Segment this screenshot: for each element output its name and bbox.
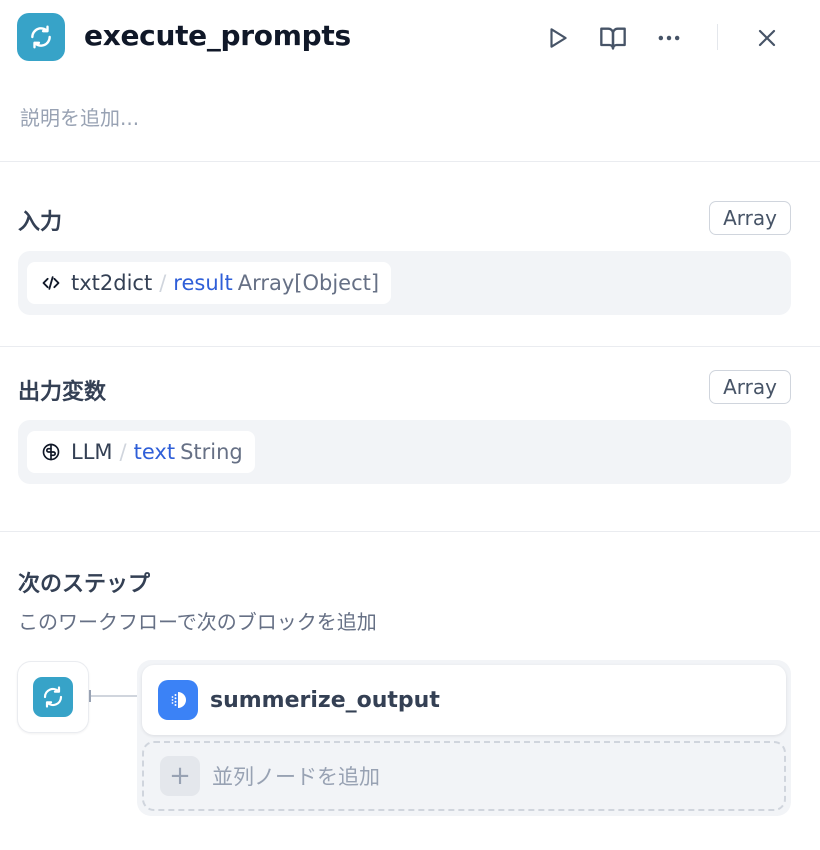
next-step-title: 次のステップ bbox=[18, 572, 151, 597]
description-input[interactable]: 説明を追加... bbox=[20, 102, 139, 131]
next-node-card[interactable]: summerize_output bbox=[142, 665, 786, 735]
close-button[interactable] bbox=[749, 20, 785, 56]
play-icon bbox=[550, 28, 567, 48]
output-variable-chip[interactable]: LLM / text String bbox=[27, 431, 255, 473]
close-icon bbox=[758, 29, 776, 47]
more-horizontal-icon bbox=[658, 35, 680, 41]
section-divider bbox=[0, 346, 820, 347]
node-title[interactable]: execute_prompts bbox=[84, 19, 351, 52]
llm-icon bbox=[41, 442, 61, 462]
input-variable-chip[interactable]: txt2dict / result Array[Object] bbox=[27, 262, 392, 304]
add-parallel-node-label: 並列ノードを追加 bbox=[212, 765, 380, 789]
variable-type: Array[Object] bbox=[237, 271, 380, 295]
code-icon bbox=[41, 273, 61, 293]
section-divider bbox=[0, 161, 820, 162]
next-step-subtitle: このワークフローで次のブロックを追加 bbox=[18, 610, 377, 634]
variable-type: String bbox=[180, 440, 243, 464]
docs-button[interactable] bbox=[595, 20, 631, 56]
variable-name: text bbox=[133, 440, 176, 464]
variable-node-name: txt2dict bbox=[71, 271, 153, 295]
iteration-node-icon bbox=[17, 13, 65, 61]
output-type-badge: Array bbox=[709, 370, 791, 404]
variable-node-name: LLM bbox=[71, 440, 113, 464]
input-section-title: 入力 bbox=[18, 210, 63, 235]
input-type-badge: Array bbox=[709, 201, 791, 235]
book-open-icon bbox=[600, 27, 626, 50]
path-separator: / bbox=[119, 440, 127, 464]
variable-name: result bbox=[173, 271, 233, 295]
run-button[interactable] bbox=[540, 20, 576, 56]
output-variable-field[interactable]: LLM / text String bbox=[18, 420, 791, 484]
next-node-label: summerize_output bbox=[210, 687, 440, 713]
panel-header: execute_prompts bbox=[0, 0, 820, 80]
input-variable-field[interactable]: txt2dict / result Array[Object] bbox=[18, 251, 791, 315]
section-divider bbox=[0, 531, 820, 532]
header-separator bbox=[717, 24, 718, 50]
output-section-title: 出力変数 bbox=[18, 380, 107, 405]
llm-node-icon bbox=[158, 680, 198, 720]
more-options-button[interactable] bbox=[651, 20, 687, 56]
iteration-node-icon bbox=[33, 677, 73, 717]
path-separator: / bbox=[159, 271, 167, 295]
add-parallel-node-button[interactable]: + 並列ノードを追加 bbox=[142, 741, 786, 811]
plus-icon: + bbox=[160, 756, 200, 796]
node-connector bbox=[89, 690, 139, 702]
current-node-block bbox=[17, 661, 89, 733]
